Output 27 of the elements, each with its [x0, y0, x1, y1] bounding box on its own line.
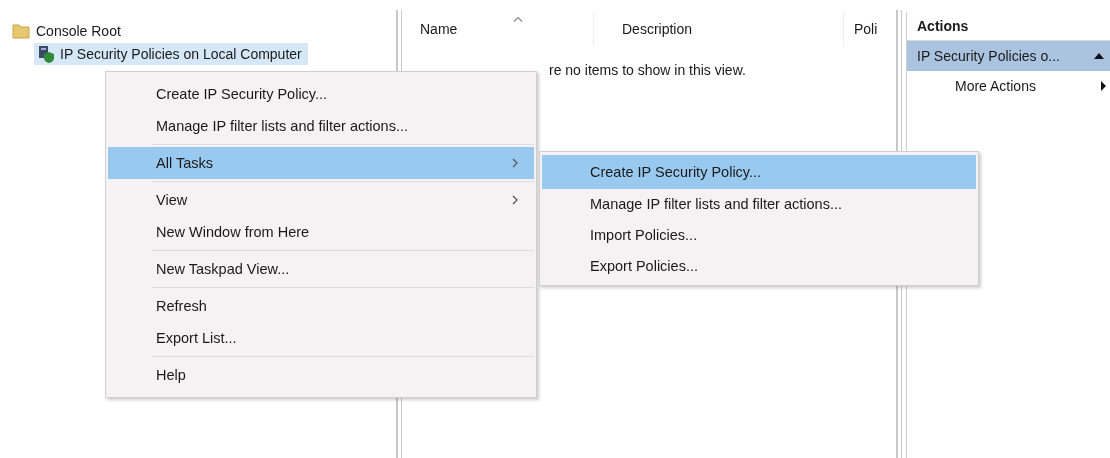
tree-node[interactable]: Console Root	[10, 20, 127, 42]
submenu-arrow-icon	[1101, 81, 1106, 91]
menu-item[interactable]: Export List...	[108, 322, 534, 354]
menu-item[interactable]: View	[108, 184, 534, 216]
menu-item[interactable]: Import Policies...	[542, 220, 976, 251]
menu-item[interactable]: Export Policies...	[542, 251, 976, 282]
menu-item[interactable]: Create IP Security Policy...	[542, 155, 976, 189]
column-header[interactable]: Poli	[844, 12, 888, 46]
tree-node[interactable]: IP Security Policies on Local Computer	[34, 43, 308, 65]
menu-item[interactable]: Refresh	[108, 290, 534, 322]
collapse-icon	[1094, 53, 1104, 59]
menu-item[interactable]: Create IP Security Policy...	[108, 78, 534, 110]
actions-section-header[interactable]: IP Security Policies o...	[907, 41, 1110, 71]
menu-item[interactable]: Help	[108, 359, 534, 391]
chevron-right-icon	[512, 195, 518, 205]
computer-shield-icon	[36, 45, 54, 63]
column-header[interactable]: Name	[406, 12, 594, 46]
folder-icon	[12, 22, 30, 40]
action-item[interactable]: More Actions	[907, 71, 1110, 101]
menu-item[interactable]: Manage IP filter lists and filter actions...	[108, 110, 534, 142]
menu-item[interactable]: Manage IP filter lists and filter actions...	[542, 189, 976, 220]
menu-item[interactable]: All Tasks	[108, 147, 534, 179]
menu-item[interactable]: New Taskpad View...	[108, 253, 534, 285]
menu-item[interactable]: New Window from Here	[108, 216, 534, 248]
empty-list-message: re no items to show in this view.	[549, 62, 746, 78]
chevron-right-icon	[512, 158, 518, 168]
column-header[interactable]: Description	[594, 12, 844, 46]
